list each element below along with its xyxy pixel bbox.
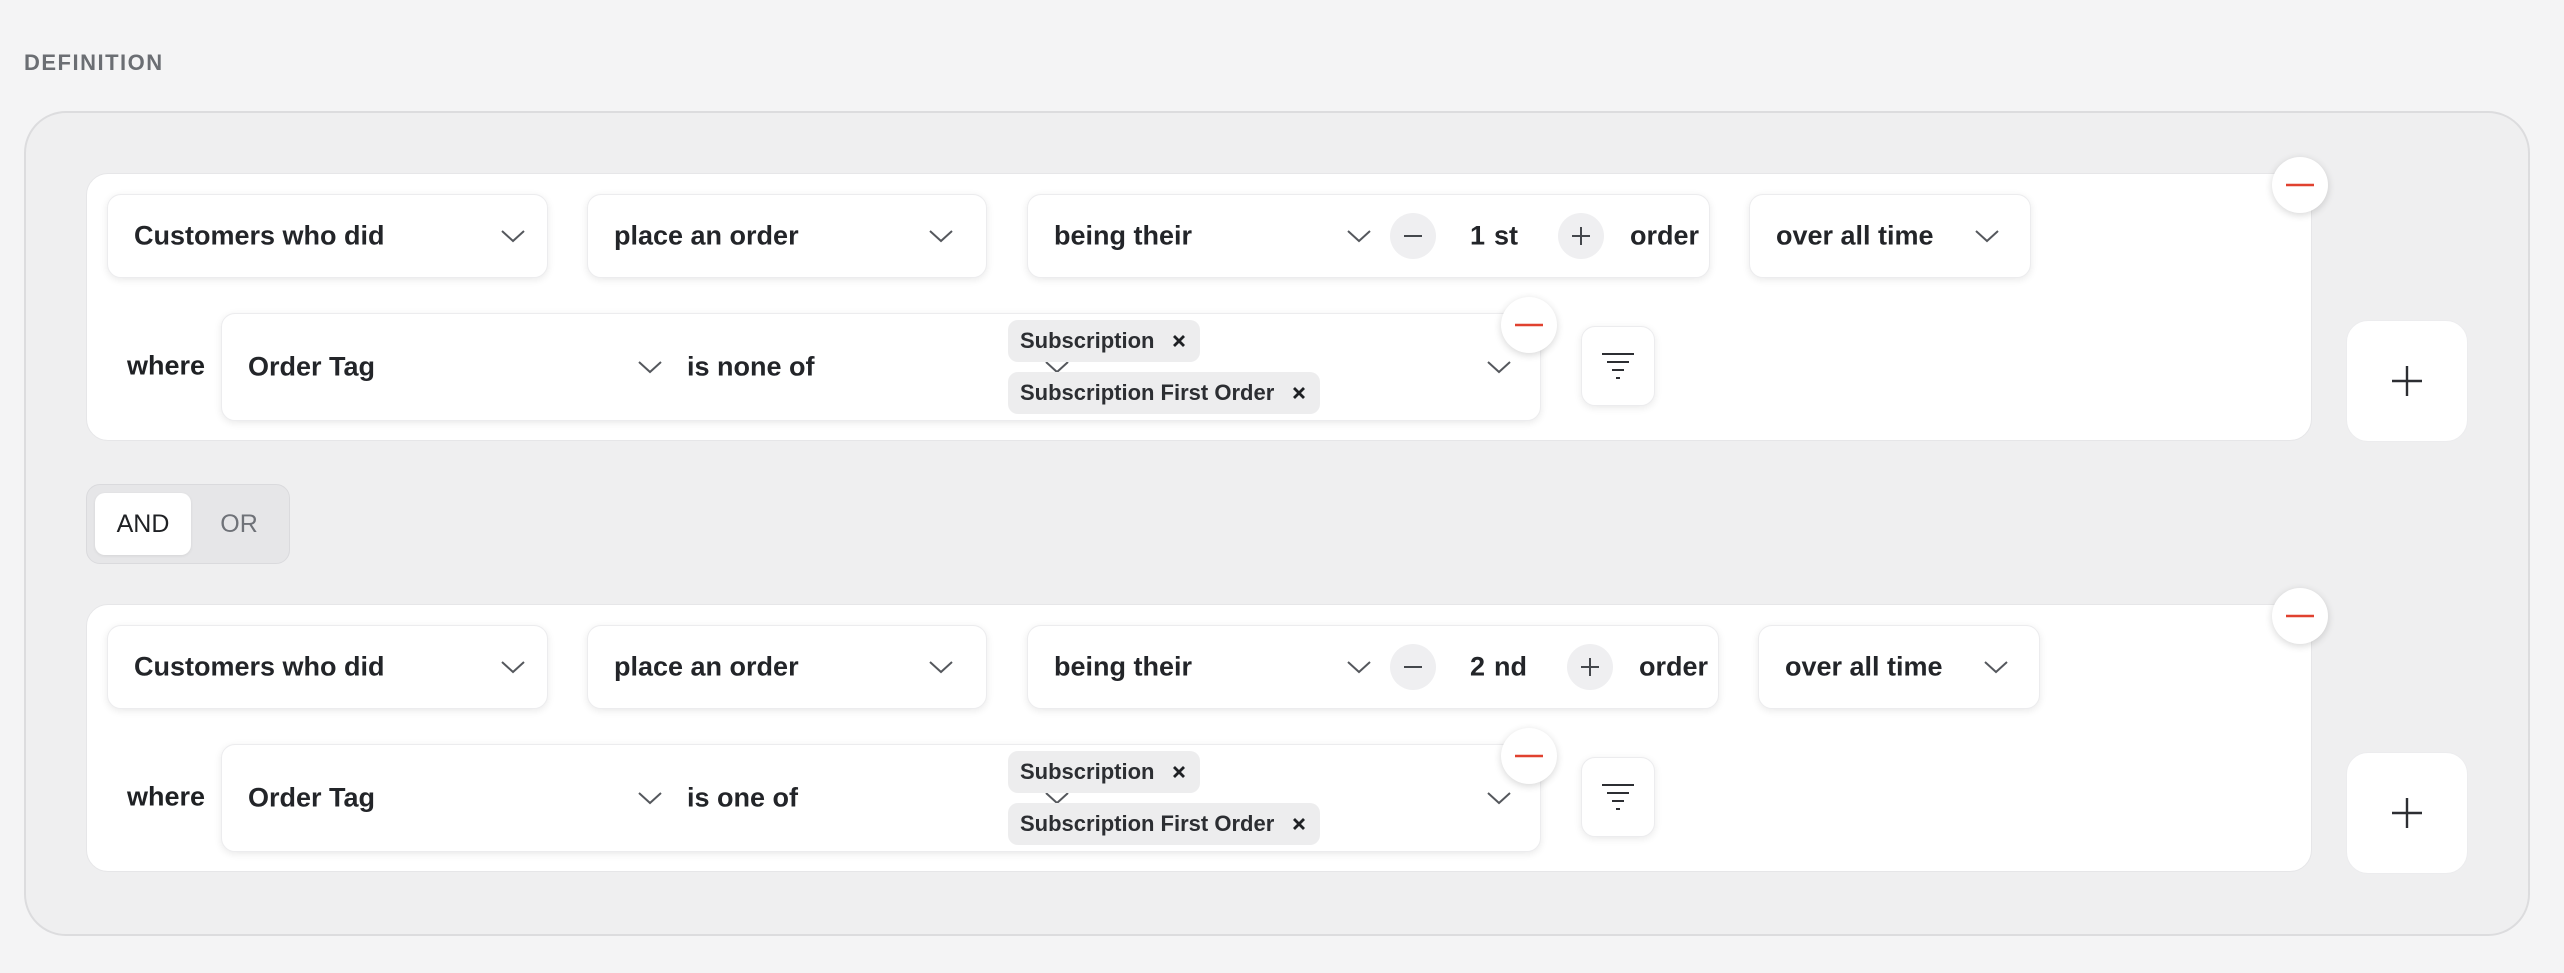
value-tag-label: Subscription First Order — [1020, 811, 1275, 836]
order-count-suffix: nd — [1494, 651, 1527, 682]
action-select[interactable]: place an order — [587, 625, 987, 709]
chevron-down-icon — [1974, 229, 2000, 243]
who-select[interactable]: Customers who did — [107, 194, 548, 278]
period-select[interactable]: over all time — [1758, 625, 2040, 709]
remove-filter-button[interactable] — [1501, 297, 1557, 353]
chevron-down-icon — [500, 660, 526, 674]
close-icon[interactable] — [1172, 765, 1186, 779]
and-option[interactable]: AND — [95, 493, 191, 555]
plus-icon — [2392, 366, 2422, 396]
order-count-suffix: st — [1494, 220, 1519, 251]
chevron-down-icon[interactable] — [637, 360, 663, 374]
add-filter-button[interactable] — [2346, 320, 2468, 442]
increment-button[interactable] — [1567, 644, 1613, 690]
period-select-value: over all time — [1785, 651, 1943, 682]
filter-icon — [1602, 353, 1634, 379]
value-tag-label: Subscription — [1020, 328, 1155, 353]
order-word: order — [1630, 220, 1700, 251]
plus-icon — [1581, 658, 1599, 676]
property-select-value[interactable]: Order Tag — [248, 352, 375, 383]
filter-condition: Order Tag is none of Subscription Subscr… — [221, 313, 1541, 421]
plus-icon — [2392, 798, 2422, 828]
operator-select-value[interactable]: is none of — [687, 352, 815, 383]
minus-circle-icon — [1515, 754, 1543, 758]
condition-group-1: Customers who did place an order being t… — [86, 173, 2312, 441]
chevron-down-icon — [928, 660, 954, 674]
value-tag: Subscription — [1008, 751, 1201, 793]
logic-toggle: AND OR — [86, 484, 290, 564]
order-rank-control: being their 2 nd order — [1027, 625, 1719, 709]
value-tag: Subscription — [1008, 320, 1201, 362]
chevron-down-icon — [500, 229, 526, 243]
add-filter-button[interactable] — [2346, 752, 2468, 874]
action-select-value: place an order — [614, 651, 799, 682]
condition-group-2: Customers who did place an order being t… — [86, 604, 2312, 872]
chevron-down-icon — [1983, 660, 2009, 674]
order-count: 1 — [1470, 220, 1486, 251]
who-select-value: Customers who did — [134, 651, 385, 682]
minus-circle-icon — [2286, 614, 2314, 618]
property-select-value[interactable]: Order Tag — [248, 783, 375, 814]
increment-button[interactable] — [1558, 213, 1604, 259]
value-tag: Subscription First Order — [1008, 803, 1321, 845]
chevron-down-icon[interactable] — [637, 791, 663, 805]
close-icon[interactable] — [1292, 386, 1306, 400]
close-icon[interactable] — [1172, 334, 1186, 348]
filter-button[interactable] — [1581, 326, 1655, 406]
where-label: where — [127, 781, 206, 812]
action-select[interactable]: place an order — [587, 194, 987, 278]
value-tag: Subscription First Order — [1008, 372, 1321, 414]
decrement-button[interactable] — [1390, 213, 1436, 259]
chevron-down-icon[interactable] — [1346, 229, 1372, 243]
period-select-value: over all time — [1776, 220, 1934, 251]
action-select-value: place an order — [614, 220, 799, 251]
remove-group-button[interactable] — [2272, 588, 2328, 644]
chevron-down-icon — [928, 229, 954, 243]
order-word: order — [1639, 651, 1709, 682]
who-select-value: Customers who did — [134, 220, 385, 251]
who-select[interactable]: Customers who did — [107, 625, 548, 709]
remove-group-button[interactable] — [2272, 157, 2328, 213]
value-tag-label: Subscription — [1020, 759, 1155, 784]
minus-icon — [1404, 235, 1422, 237]
where-label: where — [127, 350, 206, 381]
minus-icon — [1404, 666, 1422, 668]
value-tag-label: Subscription First Order — [1020, 380, 1275, 405]
filter-icon — [1602, 784, 1634, 810]
period-select[interactable]: over all time — [1749, 194, 2031, 278]
plus-icon — [1572, 227, 1590, 245]
decrement-button[interactable] — [1390, 644, 1436, 690]
section-label: DEFINITION — [24, 50, 164, 75]
minus-circle-icon — [1515, 323, 1543, 327]
operator-select-value[interactable]: is one of — [687, 783, 798, 814]
chevron-down-icon[interactable] — [1486, 791, 1512, 805]
order-rank-control: being their 1 st order — [1027, 194, 1710, 278]
remove-filter-button[interactable] — [1501, 728, 1557, 784]
being-select-value[interactable]: being their — [1054, 652, 1192, 683]
chevron-down-icon[interactable] — [1346, 660, 1372, 674]
minus-circle-icon — [2286, 183, 2314, 187]
being-select-value[interactable]: being their — [1054, 221, 1192, 252]
or-option[interactable]: OR — [197, 493, 281, 555]
filter-button[interactable] — [1581, 757, 1655, 837]
order-count: 2 — [1470, 651, 1486, 682]
filter-condition: Order Tag is one of Subscription Subscri… — [221, 744, 1541, 852]
close-icon[interactable] — [1292, 817, 1306, 831]
chevron-down-icon[interactable] — [1486, 360, 1512, 374]
